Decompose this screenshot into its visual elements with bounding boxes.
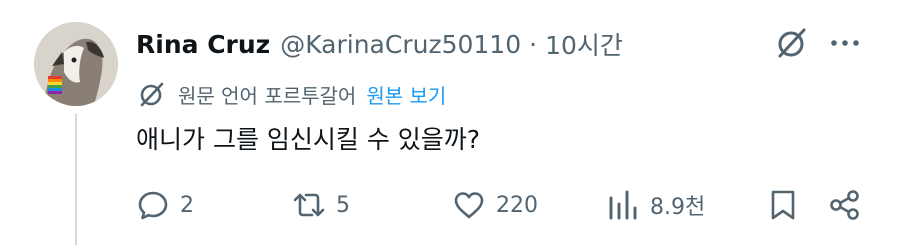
show-original-link[interactable]: 원본 보기: [366, 80, 446, 109]
reply-icon: [138, 191, 168, 220]
translate-icon: [140, 82, 164, 107]
repost-count: 5: [336, 192, 350, 218]
repost-icon: [293, 193, 325, 217]
reply-count: 2: [180, 192, 194, 218]
header-separator: ·: [529, 29, 538, 59]
grok-icon[interactable]: [775, 26, 809, 60]
translation-note: 원문 언어 포르투갈어: [178, 83, 357, 108]
author-handle[interactable]: @KarinaCruz50110: [280, 30, 521, 59]
share-button[interactable]: [828, 187, 862, 223]
translation-row: 원문 언어 포르투갈어 원본 보기: [138, 78, 446, 110]
bookmark-button[interactable]: [766, 187, 800, 223]
bookmark-icon: [771, 190, 795, 220]
tweet-timestamp[interactable]: 10시간: [545, 26, 623, 62]
tweet-header: Rina Cruz @KarinaCruz50110 · 10시간: [136, 24, 623, 64]
avatar[interactable]: [34, 22, 118, 106]
repost-button[interactable]: 5: [292, 187, 350, 223]
avatar-image: [34, 22, 118, 106]
reply-button[interactable]: 2: [136, 187, 194, 223]
more-icon[interactable]: [828, 30, 862, 56]
like-count: 220: [496, 192, 538, 218]
like-button[interactable]: 220: [452, 187, 538, 223]
share-icon: [830, 190, 859, 220]
like-icon: [454, 192, 484, 219]
author-name[interactable]: Rina Cruz: [136, 30, 270, 59]
views-count: 8.9천: [650, 195, 706, 220]
views-button[interactable]: 8.9천: [606, 187, 705, 223]
views-icon: [609, 190, 637, 220]
tweet-text: 애니가 그를 임신시킬 수 있을까?: [136, 125, 481, 154]
thread-line: [75, 114, 77, 245]
